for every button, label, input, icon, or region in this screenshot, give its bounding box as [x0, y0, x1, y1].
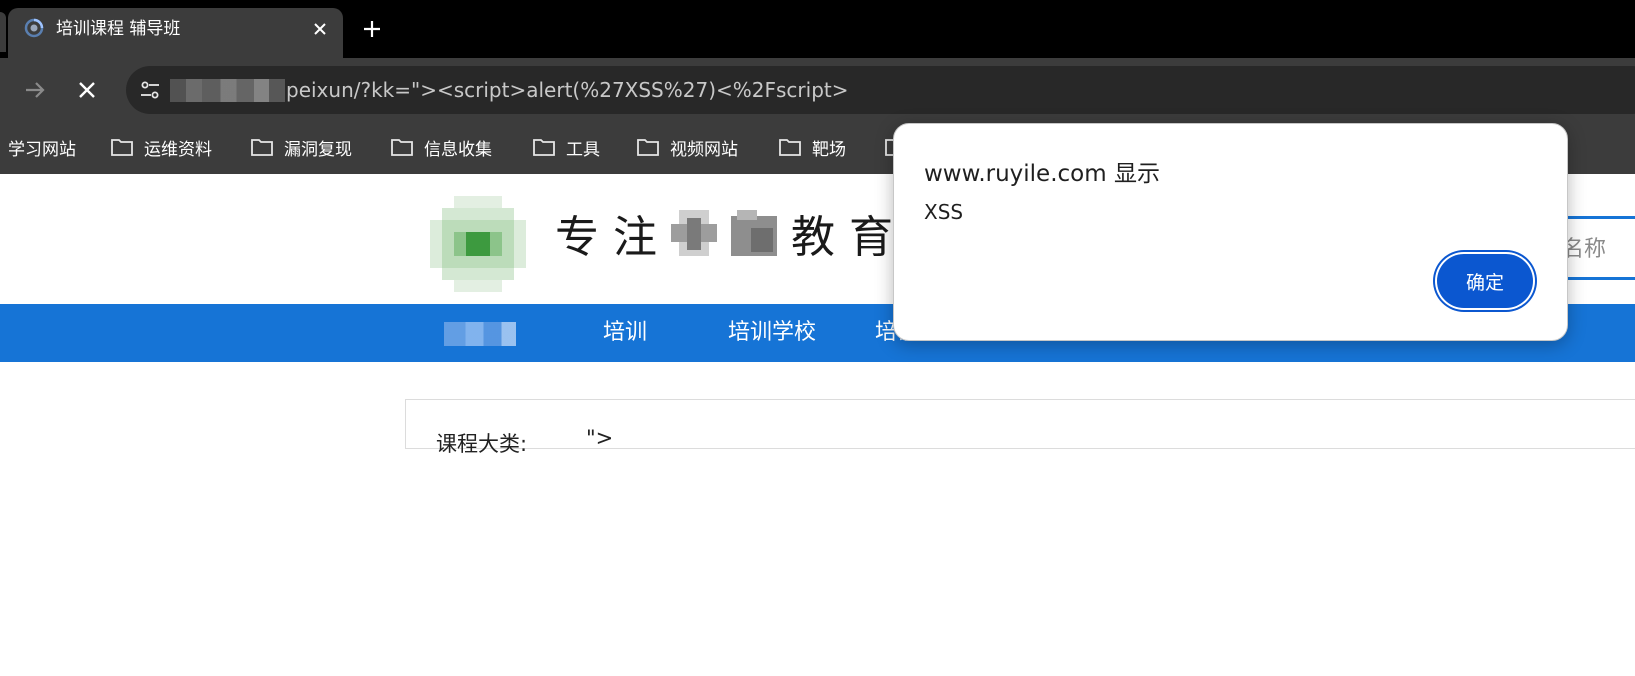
search-placeholder: 名称 [1562, 237, 1607, 262]
ok-button[interactable]: 确定 [1437, 254, 1533, 308]
bookmark-label: 信息收集 [424, 139, 492, 160]
bookmark-label: 工具 [566, 139, 600, 160]
folder-icon [533, 139, 555, 156]
site-slogan: 专 注 教 育 [555, 208, 907, 263]
bookmark-folder[interactable]: 运维资料 [110, 134, 212, 160]
bookmark-item[interactable]: 学习网站 [8, 134, 76, 160]
course-category-panel: 课程大类: "> [405, 399, 1635, 456]
bookmark-folder[interactable]: 工具 [532, 134, 600, 160]
redacted-char [671, 210, 717, 256]
folder-icon [637, 139, 659, 156]
bookmark-folder[interactable]: 信息收集 [390, 134, 492, 160]
site-info-tune-icon[interactable] [138, 78, 162, 102]
bookmark-label: 漏洞复现 [284, 139, 352, 160]
address-bar[interactable]: peixun/?kk="><script>alert(%27XSS%27)<%2… [126, 66, 1635, 114]
site-logo-icon[interactable] [430, 196, 526, 292]
course-category-label: 课程大类: [436, 432, 528, 456]
previous-tab-edge[interactable] [0, 12, 6, 52]
slogan-char: 育 [849, 212, 893, 263]
slogan-char: 教 [791, 212, 835, 263]
bookmark-folder[interactable]: 视频网站 [636, 134, 738, 160]
folder-icon [251, 139, 273, 156]
tab-title: 培训课程 辅导班 [56, 19, 181, 39]
bookmark-label: 运维资料 [144, 139, 212, 160]
loading-favicon-icon [24, 18, 44, 38]
forward-arrow-icon[interactable] [22, 77, 48, 103]
active-tab[interactable]: 培训课程 辅导班 [8, 8, 343, 58]
slogan-char: 专 [555, 212, 599, 263]
redacted-nav-item[interactable] [444, 322, 516, 346]
slogan-char: 注 [613, 212, 657, 263]
alert-dialog: www.ruyile.com 显示 XSS 确定 [893, 123, 1568, 341]
dialog-message: XSS [924, 200, 964, 224]
redacted-char [731, 210, 777, 256]
bookmark-label: 靶场 [812, 139, 846, 160]
new-tab-plus-icon[interactable] [360, 17, 384, 41]
bookmark-folder[interactable]: 漏洞复现 [250, 134, 352, 160]
bookmark-folder[interactable]: 靶场 [778, 134, 846, 160]
nav-item-schools[interactable]: 培训学校 [728, 319, 816, 347]
folder-icon [111, 139, 133, 156]
bookmark-label: 视频网站 [670, 139, 738, 160]
url-text: peixun/?kk="><script>alert(%27XSS%27)<%2… [286, 78, 849, 102]
dialog-title: www.ruyile.com 显示 [924, 161, 1160, 187]
stop-loading-icon[interactable] [74, 77, 100, 103]
folder-icon [391, 139, 413, 156]
course-category-value: "> [586, 426, 614, 450]
nav-item-training[interactable]: 培训 [603, 319, 647, 347]
close-tab-icon[interactable] [309, 18, 331, 40]
folder-icon [779, 139, 801, 156]
browser-toolbar: peixun/?kk="><script>alert(%27XSS%27)<%2… [0, 58, 1635, 122]
bookmark-label: 学习网站 [8, 139, 76, 160]
tab-strip: 培训课程 辅导班 [0, 0, 1635, 58]
redacted-domain [170, 79, 285, 102]
